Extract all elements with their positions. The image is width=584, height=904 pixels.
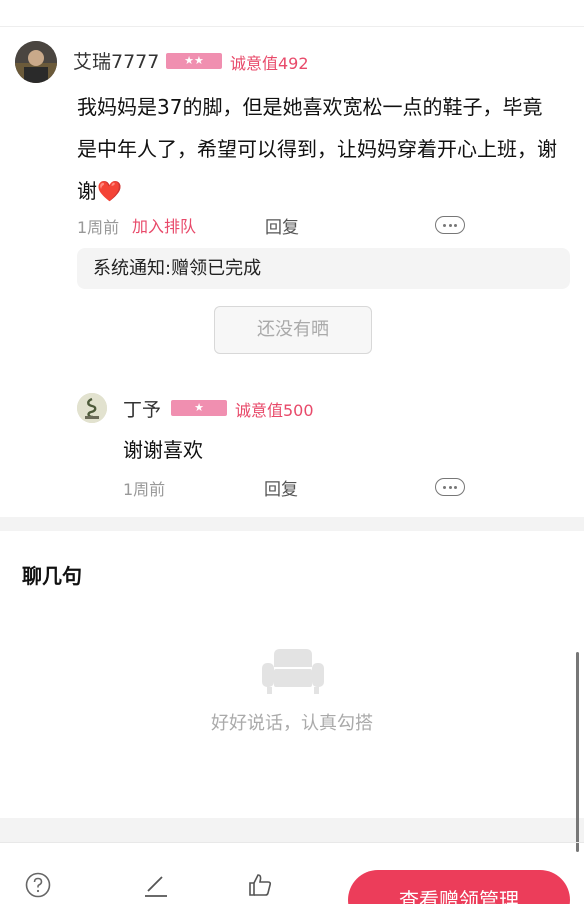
comment-body: 我妈妈是37的脚，但是她喜欢宽松一点的鞋子，毕竟是中年人了，希望可以得到，让妈妈… [77, 95, 557, 203]
reply-username[interactable]: 丁予 [123, 395, 161, 422]
avatar-image [15, 41, 57, 83]
system-notice: 系统通知:赠领已完成 [77, 248, 570, 289]
reply-button[interactable]: 回复 [265, 213, 299, 238]
reply-reply-button[interactable]: 回复 [264, 475, 298, 500]
reply-more-options-icon[interactable] [435, 478, 465, 496]
sofa-icon [262, 649, 324, 694]
bottom-bar-border [0, 842, 584, 843]
bottom-divider [0, 818, 584, 842]
avatar[interactable] [15, 41, 57, 83]
join-queue-link[interactable]: 加入排队 [132, 213, 196, 237]
reply-sincerity-value: 诚意值500 [235, 401, 314, 420]
thumbs-up-icon[interactable] [247, 872, 273, 898]
reply-avatar[interactable] [77, 393, 107, 423]
pen-icon[interactable] [143, 872, 169, 898]
more-options-icon[interactable] [435, 216, 465, 234]
section-divider [0, 517, 584, 531]
view-gift-management-button[interactable]: 查看赠领管理 [348, 870, 570, 904]
chat-empty-text: 好好说话，认真勾搭 [211, 713, 373, 734]
reply-time: 1周前 [123, 480, 166, 499]
comment-time: 1周前 [77, 218, 120, 237]
sincerity-value: 诚意值492 [230, 54, 309, 73]
chat-section-title: 聊几句 [22, 564, 82, 588]
top-divider [0, 26, 584, 27]
reply-text: 谢谢喜欢 [123, 438, 203, 462]
level-badge: ★★ [166, 53, 222, 69]
reply-level-badge: ★ [171, 400, 227, 416]
heart-emoji: ❤️ [97, 179, 122, 203]
comment-username[interactable]: 艾瑞7777 [73, 47, 159, 74]
reply-avatar-image [77, 393, 107, 423]
question-circle-icon[interactable] [25, 872, 51, 898]
comment-text: 我妈妈是37的脚，但是她喜欢宽松一点的鞋子，毕竟是中年人了，希望可以得到，让妈妈… [77, 86, 557, 212]
scrollbar[interactable] [576, 652, 579, 852]
not-shown-button[interactable]: 还没有晒 [214, 306, 372, 354]
